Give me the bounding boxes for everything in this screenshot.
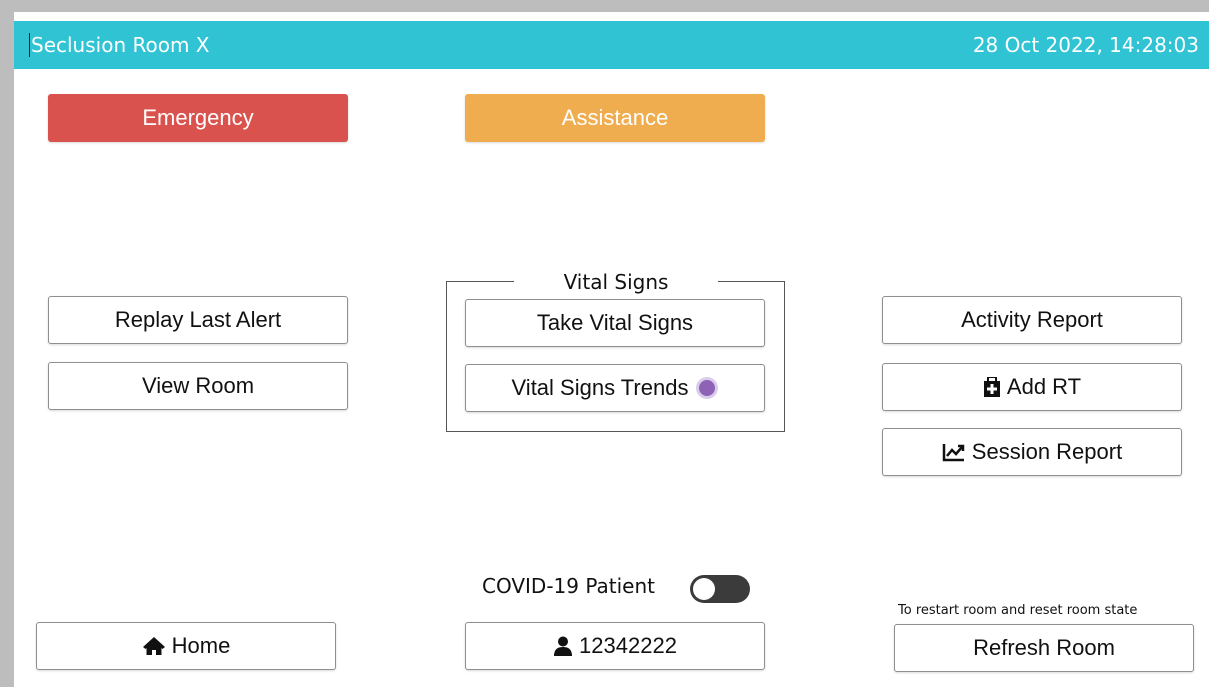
refresh-room-hint: To restart room and reset room state [898, 603, 1138, 618]
window-frame-left [0, 0, 14, 687]
replay-last-alert-button[interactable]: Replay Last Alert [48, 296, 348, 344]
home-button-label: Home [171, 633, 231, 658]
home-icon [142, 636, 166, 656]
vital-signs-trends-button[interactable]: Vital Signs Trends [465, 364, 765, 412]
emergency-button[interactable]: Emergency [48, 94, 348, 142]
user-icon [553, 636, 573, 656]
activity-report-label: Activity Report [961, 307, 1103, 332]
vital-signs-legend: Vital Signs [514, 268, 718, 296]
toggle-knob [693, 578, 715, 600]
covid-patient-label: COVID-19 Patient [482, 574, 655, 598]
replay-last-alert-label: Replay Last Alert [114, 307, 282, 332]
emergency-button-label: Emergency [142, 105, 254, 130]
covid-patient-toggle[interactable] [690, 575, 750, 603]
take-vital-signs-label: Take Vital Signs [536, 310, 694, 335]
add-rt-label: Add RT [1006, 374, 1082, 399]
refresh-room-button[interactable]: Refresh Room [894, 624, 1194, 672]
view-room-button[interactable]: View Room [48, 362, 348, 410]
activity-report-button[interactable]: Activity Report [882, 296, 1182, 344]
view-room-label: View Room [141, 373, 255, 398]
line-chart-icon [942, 442, 966, 462]
session-report-label: Session Report [971, 439, 1123, 464]
window-frame-top [0, 0, 1209, 12]
patient-id-label: 12342222 [579, 633, 677, 658]
add-rt-button[interactable]: Add RT [882, 363, 1182, 411]
datetime-display: 28 Oct 2022, 14:28:03 [972, 33, 1199, 57]
text-cursor [29, 33, 30, 57]
assistance-button[interactable]: Assistance [465, 94, 765, 142]
home-button[interactable]: Home [36, 622, 336, 670]
take-vital-signs-button[interactable]: Take Vital Signs [465, 299, 765, 347]
session-report-button[interactable]: Session Report [882, 428, 1182, 476]
vital-signs-trends-label: Vital Signs Trends [511, 375, 689, 400]
refresh-room-label: Refresh Room [973, 635, 1115, 660]
trend-indicator-dot [696, 377, 719, 399]
patient-id-button[interactable]: 12342222 [465, 622, 765, 670]
header-bar: Seclusion Room X 28 Oct 2022, 14:28:03 [14, 21, 1209, 69]
assistance-button-label: Assistance [561, 105, 669, 130]
medkit-icon [983, 377, 1001, 397]
room-title: Seclusion Room X [31, 33, 210, 57]
